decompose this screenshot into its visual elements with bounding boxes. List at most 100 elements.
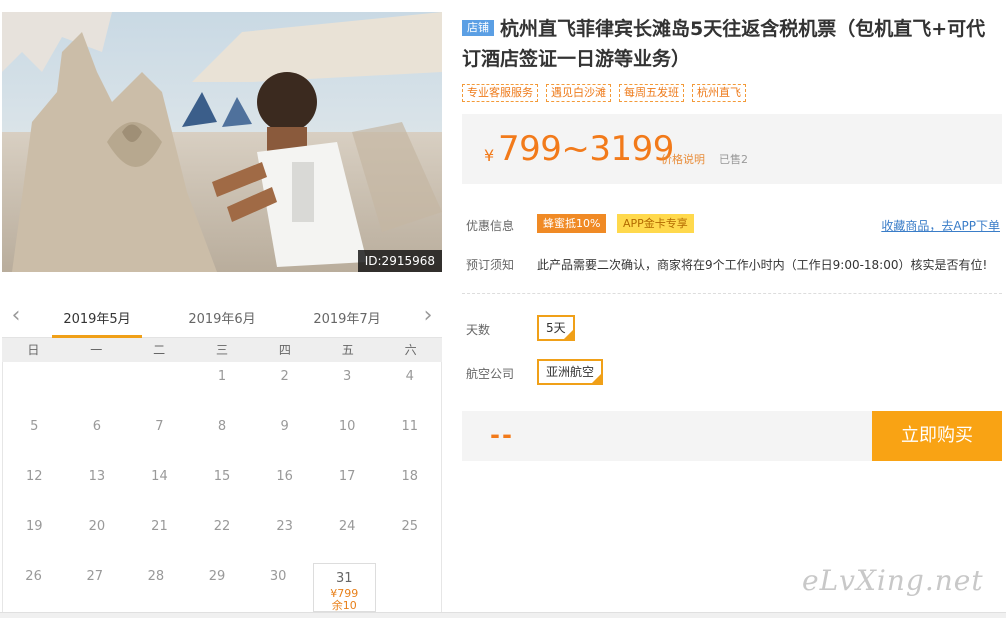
calendar-day-number: 15 bbox=[213, 469, 231, 484]
calendar-week-row: 5 6 7 8 9 10 11 bbox=[3, 412, 441, 462]
page-bottom-edge bbox=[0, 612, 1006, 618]
purchase-bar: -- 立即购买 bbox=[462, 411, 1002, 461]
days-label: 天数 bbox=[466, 323, 491, 337]
price-panel: ¥ 799~3199 价格说明 已售2 bbox=[462, 114, 1002, 184]
calendar-day-number: 26 bbox=[25, 569, 42, 584]
weekday-label: 二 bbox=[153, 343, 166, 357]
calendar-day-number: 19 bbox=[26, 519, 43, 534]
calendar-empty-cell bbox=[380, 562, 441, 612]
calendar-day: 7 bbox=[128, 412, 191, 462]
section-divider bbox=[462, 293, 1002, 294]
next-month-button[interactable]: › bbox=[418, 304, 438, 328]
month-tab-may[interactable]: 2019年5月 bbox=[52, 308, 142, 338]
calendar-day: 23 bbox=[253, 512, 316, 562]
date-calendar: ‹ 2019年5月 2019年6月 2019年7月 › 日 一 二 三 四 五 … bbox=[2, 298, 442, 612]
product-tags: 专业客服服务 遇见白沙滩 每周五发班 杭州直飞 bbox=[462, 84, 746, 102]
calendar-day-number: 23 bbox=[276, 519, 293, 534]
calendar-day: 4 bbox=[378, 362, 441, 412]
calendar-week-row: 12 13 14 15 16 17 18 bbox=[3, 462, 441, 512]
calendar-empty-cell bbox=[66, 362, 129, 412]
prev-month-button[interactable]: ‹ bbox=[6, 304, 26, 328]
calendar-day: 11 bbox=[378, 412, 441, 462]
product-tag: 每周五发班 bbox=[619, 84, 684, 102]
calendar-day-number: 2 bbox=[280, 369, 289, 384]
price-explanation-link[interactable]: 价格说明 bbox=[661, 151, 705, 167]
calendar-day-number: 17 bbox=[338, 469, 356, 484]
weekday-label: 日 bbox=[27, 343, 40, 357]
calendar-day: 29 bbox=[186, 562, 247, 612]
product-title: 杭州直飞菲律宾长滩岛5天往返含税机票（包机直飞+可代订酒店签证一日游等业务） bbox=[462, 18, 986, 70]
weekday-label: 三 bbox=[216, 343, 229, 357]
month-tab-june[interactable]: 2019年6月 bbox=[177, 308, 267, 327]
calendar-day-number: 7 bbox=[155, 419, 164, 434]
calendar-day-number: 9 bbox=[280, 419, 289, 434]
calendar-day: 17 bbox=[316, 462, 379, 512]
calendar-day-number: 8 bbox=[217, 419, 227, 434]
calendar-day: 16 bbox=[253, 462, 316, 512]
product-tag: 遇见白沙滩 bbox=[546, 84, 611, 102]
calendar-week-row: 1 2 3 4 bbox=[3, 362, 441, 412]
calendar-day-number: 24 bbox=[338, 519, 356, 534]
calendar-day: 26 bbox=[3, 562, 64, 612]
booking-notice-text: 此产品需要二次确认，商家将在9个工作小时内（工作日9:00-18:00）核实是否… bbox=[537, 258, 988, 272]
calendar-day-number: 11 bbox=[401, 419, 419, 434]
calendar-day-number: 16 bbox=[276, 469, 293, 484]
calendar-day: 28 bbox=[125, 562, 186, 612]
airline-option-airasia[interactable]: 亚洲航空 bbox=[537, 359, 604, 385]
calendar-week-row: 19 20 21 22 23 24 25 bbox=[3, 512, 441, 562]
image-id-label: ID:2915968 bbox=[357, 250, 442, 272]
weekday-label: 六 bbox=[404, 343, 417, 357]
calendar-day: 10 bbox=[316, 412, 379, 462]
month-tab-july[interactable]: 2019年7月 bbox=[302, 308, 392, 327]
calendar-day-number: 25 bbox=[401, 519, 419, 534]
calendar-day-number: 30 bbox=[269, 569, 287, 584]
airline-label: 航空公司 bbox=[466, 367, 515, 381]
buy-now-button[interactable]: 立即购买 bbox=[872, 411, 1002, 461]
calendar-day: 9 bbox=[253, 412, 316, 462]
calendar-day: 21 bbox=[128, 512, 191, 562]
calendar-day-number: 14 bbox=[151, 469, 168, 484]
selected-price-placeholder: -- bbox=[490, 421, 514, 449]
calendar-day-number: 20 bbox=[88, 519, 106, 534]
calendar-day: 25 bbox=[378, 512, 441, 562]
calendar-day-number: 21 bbox=[151, 519, 168, 534]
calendar-day-number: 3 bbox=[343, 369, 352, 384]
honey-discount-badge: 蜂蜜抵10% bbox=[537, 214, 607, 233]
calendar-day: 5 bbox=[3, 412, 66, 462]
calendar-day-number: 4 bbox=[405, 369, 414, 384]
price-currency: ¥ bbox=[484, 146, 495, 165]
calendar-day: 30 bbox=[248, 562, 309, 612]
calendar-day: 8 bbox=[191, 412, 254, 462]
calendar-week-row: 26 27 28 29 30 31 ¥799 余10 bbox=[3, 562, 441, 612]
calendar-month-nav: ‹ 2019年5月 2019年6月 2019年7月 › bbox=[2, 298, 442, 338]
days-option-5[interactable]: 5天 bbox=[537, 315, 575, 341]
calendar-day: 3 bbox=[316, 362, 379, 412]
calendar-day: 24 bbox=[316, 512, 379, 562]
calendar-day-number: 10 bbox=[338, 419, 356, 434]
calendar-day-number: 28 bbox=[147, 569, 165, 584]
calendar-day: 18 bbox=[378, 462, 441, 512]
calendar-day-number: 31 bbox=[336, 571, 353, 586]
calendar-day: 14 bbox=[128, 462, 191, 512]
booking-notice-label: 预订须知 bbox=[466, 258, 515, 272]
product-photo-graphic bbox=[2, 12, 442, 272]
calendar-day-available[interactable]: 31 ¥799 余10 bbox=[312, 563, 376, 612]
site-watermark: eLvXing.net bbox=[802, 564, 984, 597]
calendar-day: 13 bbox=[66, 462, 129, 512]
weekday-label: 一 bbox=[90, 343, 103, 357]
weekday-header: 日 一 二 三 四 五 六 bbox=[2, 338, 442, 362]
calendar-empty-cell bbox=[3, 362, 66, 412]
calendar-day: 22 bbox=[191, 512, 254, 562]
calendar-day-number: 5 bbox=[30, 419, 39, 434]
calendar-day-number: 6 bbox=[92, 419, 101, 434]
favorite-app-order-link[interactable]: 收藏商品，去APP下单 bbox=[881, 217, 1000, 234]
product-tag: 专业客服服务 bbox=[462, 84, 538, 102]
app-gold-card-badge: APP金卡专享 bbox=[617, 214, 694, 233]
calendar-day-number: 22 bbox=[213, 519, 231, 534]
calendar-day-grid: 1 2 3 4 5 6 7 8 9 10 11 12 13 14 15 16 17 18 19 20 21 22 23 24 2… bbox=[2, 362, 442, 612]
sold-count: 已售2 bbox=[719, 153, 748, 166]
weekday-label: 五 bbox=[341, 343, 354, 357]
shop-badge[interactable]: 店铺 bbox=[462, 20, 494, 36]
calendar-empty-cell bbox=[128, 362, 191, 412]
promo-label: 优惠信息 bbox=[466, 219, 515, 233]
